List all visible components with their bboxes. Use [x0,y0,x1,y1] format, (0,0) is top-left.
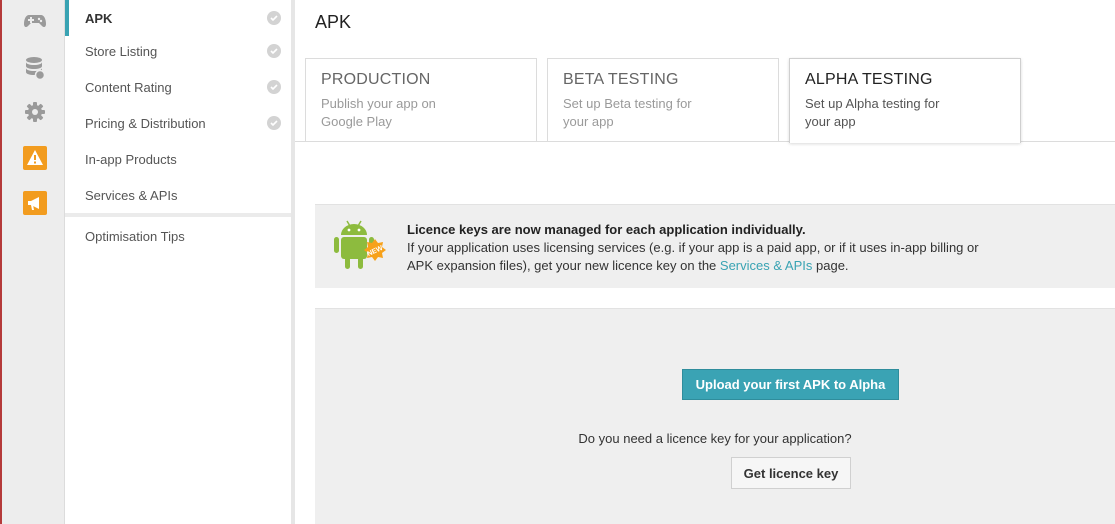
megaphone-icon[interactable] [22,190,48,216]
sidebar-item-store-listing[interactable]: Store Listing [65,33,291,69]
sidebar-item-label: Pricing & Distribution [85,115,206,131]
notice-title: Licence keys are now managed for each ap… [407,222,806,237]
nav-divider [65,213,291,217]
notice-line: APK expansion files), get your new licen… [407,257,979,275]
upload-apk-button[interactable]: Upload your first APK to Alpha [682,369,899,400]
tab-description: Publish your app on Google Play [321,96,436,129]
android-new-icon: NEW [329,217,395,277]
licence-notice: NEW Licence keys are now managed for eac… [315,204,1115,288]
tab-description: Set up Alpha testing for your app [805,96,940,129]
sidebar-item-content-rating[interactable]: Content Rating [65,69,291,105]
app-rail [0,0,65,524]
tab-production[interactable]: PRODUCTION Publish your app on Google Pl… [305,58,537,142]
notice-line-end: page. [812,258,849,273]
page-title: APK [315,12,352,32]
tab-title: ALPHA TESTING [805,71,933,88]
sidebar-item-label: Optimisation Tips [85,228,185,244]
check-icon [267,80,281,94]
notice-text: Licence keys are now managed for each ap… [407,221,979,275]
main-content: APK PRODUCTION Publish your app on Googl… [295,0,1115,524]
tab-title: PRODUCTION [321,71,431,88]
tab-beta-testing[interactable]: BETA TESTING Set up Beta testing for you… [547,58,779,142]
tab-description: Set up Beta testing for your app [563,96,692,129]
upload-area: Upload your first APK to Alpha Do you ne… [315,308,1115,524]
get-licence-key-button[interactable]: Get licence key [731,457,851,489]
sidebar-item-services-apis[interactable]: Services & APIs [65,177,291,213]
sidebar-item-label: APK [85,10,113,26]
tab-title: BETA TESTING [563,71,679,88]
sidebar-item-label: Content Rating [85,79,172,95]
notice-line-start: APK expansion files), get your new licen… [407,258,720,273]
active-indicator [65,0,69,36]
sidebar-item-label: In-app Products [85,151,177,167]
tab-alpha-testing[interactable]: ALPHA TESTING Set up Alpha testing for y… [789,58,1021,143]
sidebar-item-pricing-distribution[interactable]: Pricing & Distribution [65,105,291,141]
services-apis-link[interactable]: Services & APIs [720,258,812,273]
database-icon[interactable] [22,55,48,81]
warning-icon[interactable] [22,145,48,171]
licence-question: Do you need a licence key for your appli… [578,431,852,446]
sidebar-item-in-app-products[interactable]: In-app Products [65,141,291,177]
sidebar-item-optimisation-tips[interactable]: Optimisation Tips [65,218,291,254]
notice-line: If your application uses licensing servi… [407,240,979,255]
gear-icon[interactable] [22,99,48,125]
sidebar-item-label: Store Listing [85,43,158,59]
sidebar-item-label: Services & APIs [85,187,178,203]
sidebar-item-apk[interactable]: APK [65,0,291,36]
sidebar-nav: APK Store Listing Content Rating Pricing… [65,0,291,524]
check-icon [267,44,281,58]
gamepad-icon[interactable] [22,8,48,34]
check-icon [267,116,281,130]
check-icon [267,11,281,25]
